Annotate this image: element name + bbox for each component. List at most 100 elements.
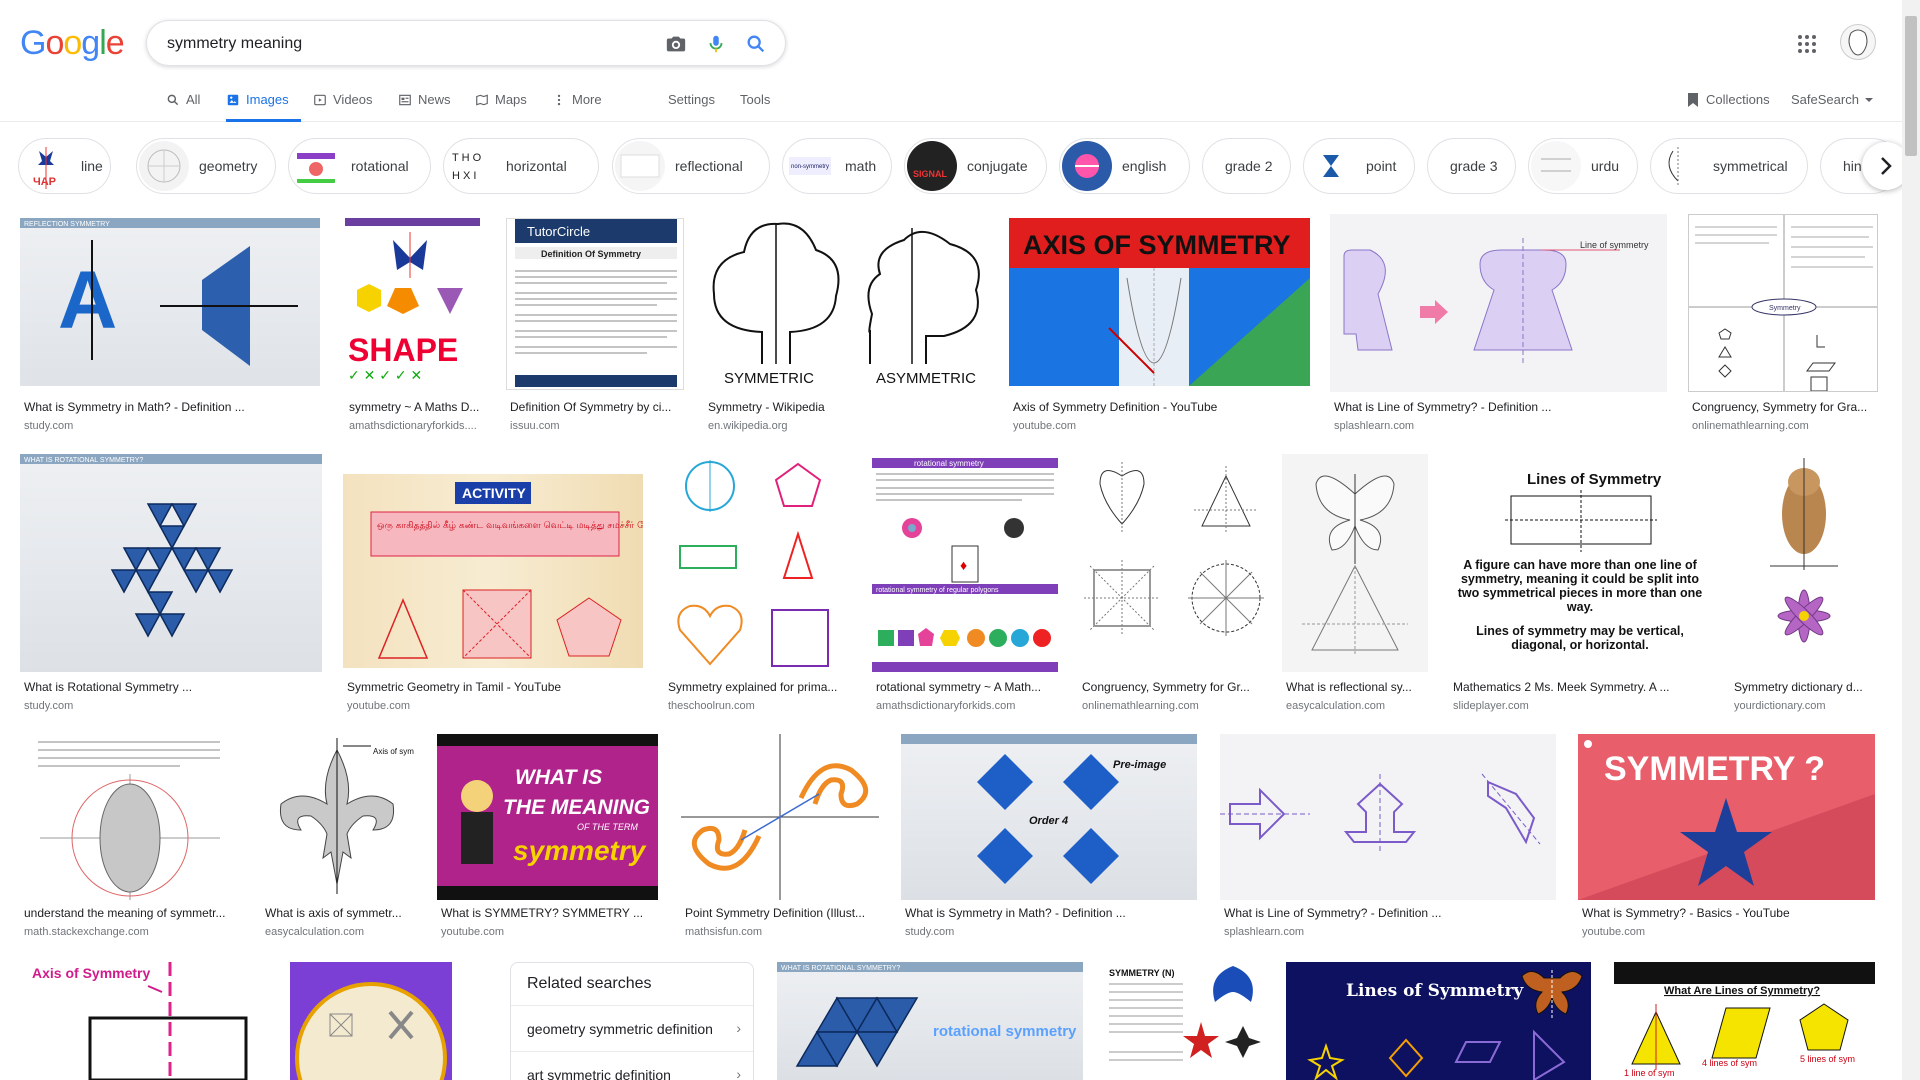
result-source[interactable]: study.com [24, 700, 322, 712]
chip-grade-3[interactable]: grade 3 [1427, 138, 1516, 194]
result-title[interactable]: Point Symmetry Definition (Illust... [685, 906, 879, 920]
result-source[interactable]: easycalculation.com [265, 926, 414, 938]
result-source[interactable]: youtube.com [1013, 420, 1310, 432]
result-source[interactable]: mathsisfun.com [685, 926, 879, 938]
result-source[interactable]: amathsdictionaryforkids.com [876, 700, 1058, 712]
image-result[interactable]: Symmetry dictionary d... yourdictionary.… [1730, 454, 1878, 714]
result-title[interactable]: What is reflectional sy... [1286, 680, 1428, 694]
result-title[interactable]: Definition Of Symmetry by ci... [510, 400, 684, 414]
tab-news[interactable]: News [398, 92, 451, 122]
image-result[interactable]: understand the meaning of symmetr... mat… [20, 734, 241, 940]
result-title[interactable]: What is Rotational Symmetry ... [24, 680, 322, 694]
related-search-item[interactable]: geometry symmetric definition › [511, 1005, 753, 1051]
image-result[interactable]: SYMMETRY (N) [1103, 962, 1263, 1080]
result-source[interactable]: amathsdictionaryforkids.... [349, 420, 480, 432]
tab-more[interactable]: More [552, 92, 602, 122]
result-source[interactable]: easycalculation.com [1286, 700, 1428, 712]
tools-link[interactable]: Tools [740, 92, 770, 107]
image-result[interactable]: Symmetry Congruency, Symmetry for Gra...… [1688, 214, 1878, 436]
result-title[interactable]: symmetry ~ A Maths D... [349, 400, 480, 414]
chip-urdu[interactable]: urdu [1528, 138, 1638, 194]
image-result[interactable]: WHAT IS ROTATIONAL SYMMETRY? rotational … [777, 962, 1083, 1080]
image-result[interactable] [290, 962, 452, 1080]
image-result[interactable]: Pre-image Order 4 What is Symmetry in Ma… [901, 734, 1197, 940]
page-scrollbar[interactable] [1902, 0, 1920, 1080]
result-source[interactable]: splashlearn.com [1224, 926, 1556, 938]
result-source[interactable]: splashlearn.com [1334, 420, 1667, 432]
image-result[interactable]: WHAT IS ROTATIONAL SYMMETRY? What is Rot… [20, 454, 322, 714]
image-result[interactable]: AXIS OF SYMMETRY Axis of Symmetry Defini… [1009, 218, 1310, 436]
image-result[interactable]: Axis of symmetry What is axis of symmetr… [261, 734, 414, 940]
microphone-icon[interactable] [705, 33, 727, 55]
google-logo[interactable]: Google [20, 24, 125, 63]
chip-horizontal[interactable]: T H O H X I horizontal [443, 138, 599, 194]
result-source[interactable]: issuu.com [510, 420, 684, 432]
result-title[interactable]: What is Line of Symmetry? - Definition .… [1334, 400, 1667, 414]
image-result[interactable]: Axis of Symmetry [20, 962, 268, 1080]
tab-images[interactable]: Images [226, 92, 301, 122]
image-result[interactable]: What Are Lines of Symmetry? 1 line of sy… [1614, 962, 1875, 1080]
result-source[interactable]: onlinemathlearning.com [1082, 700, 1283, 712]
image-result[interactable]: rotational symmetry ♦ rotational symmetr… [872, 458, 1058, 714]
image-result[interactable]: Point Symmetry Definition (Illust... mat… [681, 734, 879, 940]
result-source[interactable]: slideplayer.com [1453, 700, 1711, 712]
result-title[interactable]: What is Symmetry in Math? - Definition .… [24, 400, 320, 414]
result-source[interactable]: youtube.com [1582, 926, 1875, 938]
result-source[interactable]: math.stackexchange.com [24, 926, 241, 938]
image-result[interactable]: ACTIVITY ஒரு காகிதத்தில் கீழ் கண்ட வடிவங… [343, 454, 643, 714]
settings-link[interactable]: Settings [668, 92, 715, 107]
result-source[interactable]: youtube.com [441, 926, 658, 938]
image-result[interactable]: SYMMETRIC ASYMMETRIC Symmetry - Wikipedi… [704, 214, 994, 436]
scrollbar-thumb[interactable] [1905, 16, 1917, 156]
result-title[interactable]: What is axis of symmetr... [265, 906, 414, 920]
camera-icon[interactable] [665, 33, 687, 55]
image-result[interactable]: Lines of Symmetry [1286, 962, 1591, 1080]
chip-line[interactable]: ЧАР line [18, 138, 111, 194]
image-result[interactable]: REFLECTION SYMMETRY A What is Symmetry i… [20, 218, 320, 436]
image-result[interactable]: Symmetry explained for prima... theschoo… [664, 454, 851, 714]
tab-videos[interactable]: Videos [313, 92, 373, 122]
image-result[interactable]: WHAT IS THE MEANING OF THE TERM symmetry… [437, 734, 658, 940]
chip-english[interactable]: english [1059, 138, 1190, 194]
apps-grid-icon[interactable] [1795, 32, 1819, 56]
result-title[interactable]: Congruency, Symmetry for Gra... [1692, 400, 1878, 414]
result-title[interactable]: Mathematics 2 Ms. Meek Symmetry. A ... [1453, 680, 1711, 694]
chip-symmetrical[interactable]: symmetrical [1650, 138, 1808, 194]
result-source[interactable]: study.com [905, 926, 1197, 938]
image-result[interactable]: Lines of Symmetry A figure can have more… [1449, 454, 1711, 714]
chip-geometry[interactable]: geometry [136, 138, 276, 194]
image-result[interactable]: Congruency, Symmetry for Gr... onlinemat… [1078, 454, 1283, 714]
result-title[interactable]: What is Symmetry in Math? - Definition .… [905, 906, 1197, 920]
result-source[interactable]: en.wikipedia.org [708, 420, 994, 432]
chip-rotational[interactable]: rotational [288, 138, 431, 194]
chip-grade-2[interactable]: grade 2 [1202, 138, 1291, 194]
result-title[interactable]: understand the meaning of symmetr... [24, 906, 241, 920]
result-title[interactable]: What is Symmetry? - Basics - YouTube [1582, 906, 1875, 920]
result-source[interactable]: study.com [24, 420, 320, 432]
related-search-item[interactable]: art symmetric definition › [511, 1051, 753, 1080]
result-source[interactable]: theschoolrun.com [668, 700, 851, 712]
search-icon[interactable] [745, 33, 767, 55]
result-title[interactable]: Congruency, Symmetry for Gr... [1082, 680, 1283, 694]
chip-reflectional[interactable]: reflectional [612, 138, 770, 194]
result-title[interactable]: Axis of Symmetry Definition - YouTube [1013, 400, 1310, 414]
result-source[interactable]: yourdictionary.com [1734, 700, 1878, 712]
result-title[interactable]: What is Line of Symmetry? - Definition .… [1224, 906, 1556, 920]
image-result[interactable]: What is Line of Symmetry? - Definition .… [1220, 734, 1556, 940]
search-input[interactable] [167, 32, 637, 56]
result-title[interactable]: Symmetric Geometry in Tamil - YouTube [347, 680, 643, 694]
collections-link[interactable]: Collections [1686, 92, 1770, 108]
result-source[interactable]: onlinemathlearning.com [1692, 420, 1878, 432]
result-source[interactable]: youtube.com [347, 700, 643, 712]
chip-point[interactable]: point [1303, 138, 1415, 194]
result-title[interactable]: Symmetry - Wikipedia [708, 400, 994, 414]
image-result[interactable]: SYMMETRY ? What is Symmetry? - Basics - … [1578, 734, 1875, 940]
safesearch-toggle[interactable]: SafeSearch [1791, 92, 1873, 107]
account-avatar[interactable] [1840, 24, 1876, 60]
chip-math[interactable]: non-symmetry math [782, 138, 892, 194]
result-title[interactable]: rotational symmetry ~ A Math... [876, 680, 1058, 694]
result-title[interactable]: What is SYMMETRY? SYMMETRY ... [441, 906, 658, 920]
result-title[interactable]: Symmetry dictionary d... [1734, 680, 1878, 694]
tab-maps[interactable]: Maps [475, 92, 527, 122]
tab-all[interactable]: All [166, 92, 200, 122]
